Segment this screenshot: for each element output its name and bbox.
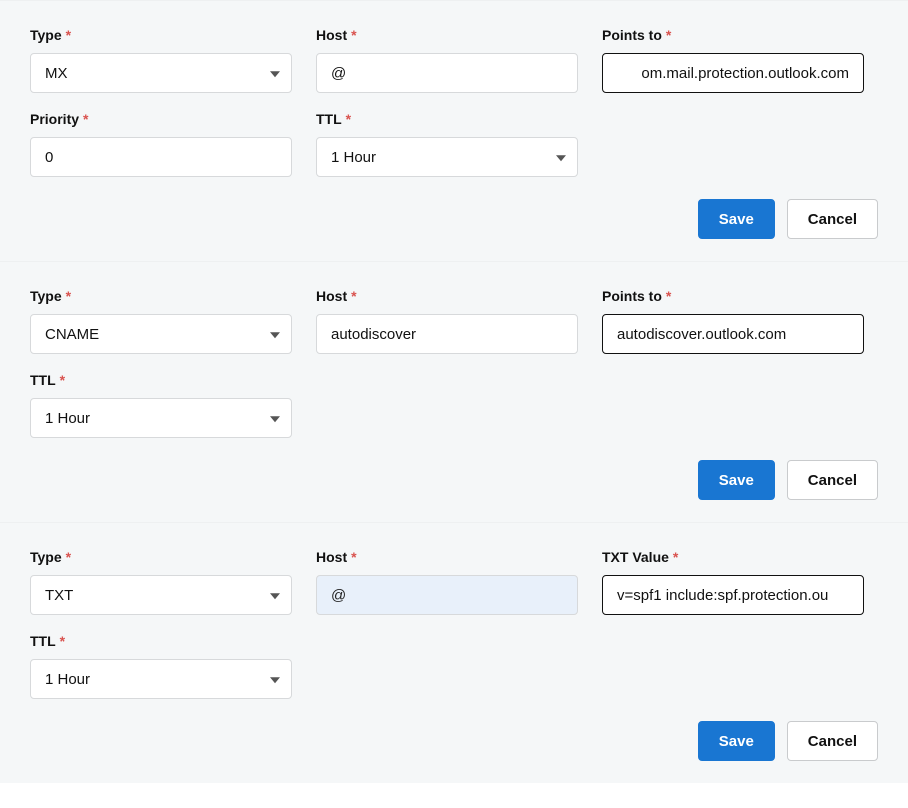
- field-ttl: TTL* 1 Hour: [316, 111, 578, 177]
- host-readonly: @: [316, 575, 578, 615]
- field-type: Type* TXT: [30, 549, 292, 615]
- label-host: Host*: [316, 549, 578, 565]
- points-to-input[interactable]: [602, 53, 864, 93]
- field-host: Host* @: [316, 549, 578, 615]
- field-host: Host*: [316, 288, 578, 354]
- save-button[interactable]: Save: [698, 721, 775, 761]
- chevron-down-icon: 1 Hour: [30, 659, 292, 699]
- cancel-button[interactable]: Cancel: [787, 460, 878, 500]
- field-host: Host*: [316, 27, 578, 93]
- label-ttl: TTL*: [30, 633, 292, 649]
- field-type: Type* MX: [30, 27, 292, 93]
- ttl-select[interactable]: 1 Hour: [30, 659, 292, 699]
- label-ttl: TTL*: [30, 372, 292, 388]
- chevron-down-icon: CNAME: [30, 314, 292, 354]
- chevron-down-icon: MX: [30, 53, 292, 93]
- label-type: Type*: [30, 288, 292, 304]
- label-txt-value: TXT Value*: [602, 549, 864, 565]
- type-select[interactable]: TXT: [30, 575, 292, 615]
- label-type: Type*: [30, 549, 292, 565]
- host-input[interactable]: [316, 314, 578, 354]
- dns-record-cname: Type* CNAME Host* Points to* TTL* 1 Hour: [0, 261, 908, 522]
- save-button[interactable]: Save: [698, 460, 775, 500]
- host-input[interactable]: [316, 53, 578, 93]
- ttl-select[interactable]: 1 Hour: [316, 137, 578, 177]
- label-type: Type*: [30, 27, 292, 43]
- label-host: Host*: [316, 27, 578, 43]
- chevron-down-icon: TXT: [30, 575, 292, 615]
- cancel-button[interactable]: Cancel: [787, 199, 878, 239]
- field-type: Type* CNAME: [30, 288, 292, 354]
- label-points-to: Points to*: [602, 288, 864, 304]
- priority-input[interactable]: [30, 137, 292, 177]
- cancel-button[interactable]: Cancel: [787, 721, 878, 761]
- save-button[interactable]: Save: [698, 199, 775, 239]
- field-ttl: TTL* 1 Hour: [30, 633, 292, 699]
- label-host: Host*: [316, 288, 578, 304]
- label-ttl: TTL*: [316, 111, 578, 127]
- dns-record-txt: Type* TXT Host* @ TXT Value* TTL* 1 Hour: [0, 522, 908, 783]
- field-points-to: Points to*: [602, 27, 864, 93]
- field-ttl: TTL* 1 Hour: [30, 372, 292, 438]
- dns-record-mx: Type* MX Host* Points to* Priority* TTL*: [0, 0, 908, 261]
- type-select[interactable]: CNAME: [30, 314, 292, 354]
- ttl-select[interactable]: 1 Hour: [30, 398, 292, 438]
- label-points-to: Points to*: [602, 27, 864, 43]
- chevron-down-icon: 1 Hour: [316, 137, 578, 177]
- type-select[interactable]: MX: [30, 53, 292, 93]
- field-txt-value: TXT Value*: [602, 549, 864, 615]
- chevron-down-icon: 1 Hour: [30, 398, 292, 438]
- label-priority: Priority*: [30, 111, 292, 127]
- points-to-input[interactable]: [602, 314, 864, 354]
- txt-value-input[interactable]: [602, 575, 864, 615]
- field-points-to: Points to*: [602, 288, 864, 354]
- field-priority: Priority*: [30, 111, 292, 177]
